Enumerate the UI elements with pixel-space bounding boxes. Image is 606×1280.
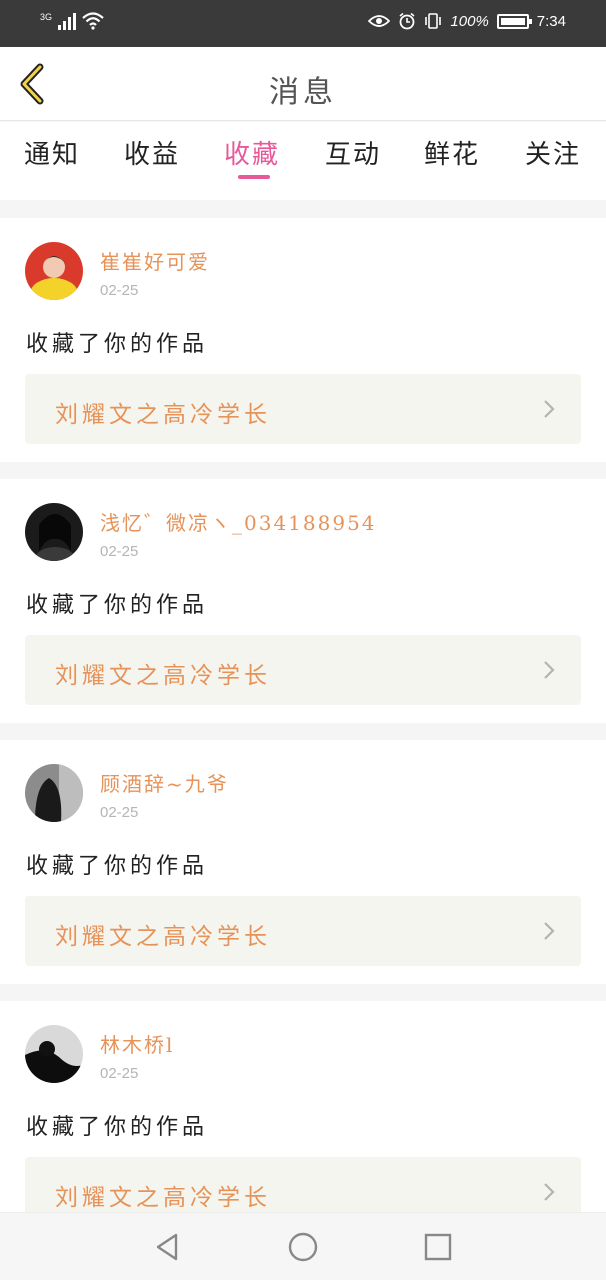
work-title: 刘耀文之高冷学长 xyxy=(55,663,271,689)
action-text: 收藏了你的作品 xyxy=(26,332,209,357)
status-right: 100% 7:34 xyxy=(368,12,566,30)
username[interactable]: 顾酒辞~九爷 xyxy=(100,768,229,797)
avatar[interactable] xyxy=(25,764,83,822)
system-nav-bar xyxy=(0,1212,606,1280)
message-date: 02-25 xyxy=(100,804,139,821)
signal-icon xyxy=(58,12,77,30)
work-title: 刘耀文之高冷学长 xyxy=(55,1185,271,1211)
tab-earnings[interactable]: 收益 xyxy=(112,134,192,171)
active-tab-indicator xyxy=(238,175,270,179)
chevron-right-icon xyxy=(544,1183,555,1201)
recents-square-icon[interactable] xyxy=(422,1231,454,1263)
battery-percent: 100% xyxy=(450,12,489,30)
tab-favorites[interactable]: 收藏 xyxy=(212,134,292,171)
work-title: 刘耀文之高冷学长 xyxy=(55,402,271,428)
message-card: 顾酒辞~九爷 02-25 收藏了你的作品 刘耀文之高冷学长 xyxy=(0,740,606,984)
work-link[interactable]: 刘耀文之高冷学长 xyxy=(25,896,581,966)
page-title: 消息 xyxy=(269,75,337,110)
action-text: 收藏了你的作品 xyxy=(26,593,209,618)
work-title: 刘耀文之高冷学长 xyxy=(55,924,271,950)
tab-flowers[interactable]: 鲜花 xyxy=(412,134,492,171)
message-date: 02-25 xyxy=(100,282,139,299)
username[interactable]: 崔崔好可爱 xyxy=(100,246,210,275)
eye-icon xyxy=(368,15,391,27)
work-link[interactable]: 刘耀文之高冷学长 xyxy=(25,635,581,705)
clock: 7:34 xyxy=(536,12,566,30)
tab-interactions[interactable]: 互动 xyxy=(313,134,393,171)
chevron-right-icon xyxy=(544,400,555,418)
action-text: 收藏了你的作品 xyxy=(26,1115,209,1140)
battery-icon xyxy=(496,13,532,29)
message-date: 02-25 xyxy=(100,543,139,560)
back-triangle-icon[interactable] xyxy=(152,1231,184,1263)
status-left: 3G xyxy=(40,12,104,30)
message-card: 崔崔好可爱 02-25 收藏了你的作品 刘耀文之高冷学长 xyxy=(0,218,606,462)
message-card: 浅忆゛微凉ヽ_034188954 02-25 收藏了你的作品 刘耀文之高冷学长 xyxy=(0,479,606,723)
avatar[interactable] xyxy=(25,503,83,561)
tab-following[interactable]: 关注 xyxy=(513,134,593,171)
header: 消息 xyxy=(0,47,606,121)
alarm-icon xyxy=(399,12,415,30)
avatar[interactable] xyxy=(25,1025,83,1083)
chevron-right-icon xyxy=(544,661,555,679)
username[interactable]: 林木桥l xyxy=(100,1029,174,1058)
message-date: 02-25 xyxy=(100,1065,139,1082)
tab-notifications[interactable]: 通知 xyxy=(12,134,92,171)
tab-bar: 通知 收益 收藏 互动 鲜花 关注 xyxy=(0,122,606,200)
avatar[interactable] xyxy=(25,242,83,300)
vibrate-icon xyxy=(425,13,442,29)
work-link[interactable]: 刘耀文之高冷学长 xyxy=(25,374,581,444)
home-circle-icon[interactable] xyxy=(287,1231,319,1263)
username[interactable]: 浅忆゛微凉ヽ_034188954 xyxy=(100,507,377,536)
chevron-right-icon xyxy=(544,922,555,940)
action-text: 收藏了你的作品 xyxy=(26,854,209,879)
network-type: 3G xyxy=(40,12,53,22)
message-card: 林木桥l 02-25 收藏了你的作品 刘耀文之高冷学长 xyxy=(0,1001,606,1245)
status-bar: 3G 100% 7:34 xyxy=(0,0,606,47)
wifi-icon xyxy=(82,12,104,30)
